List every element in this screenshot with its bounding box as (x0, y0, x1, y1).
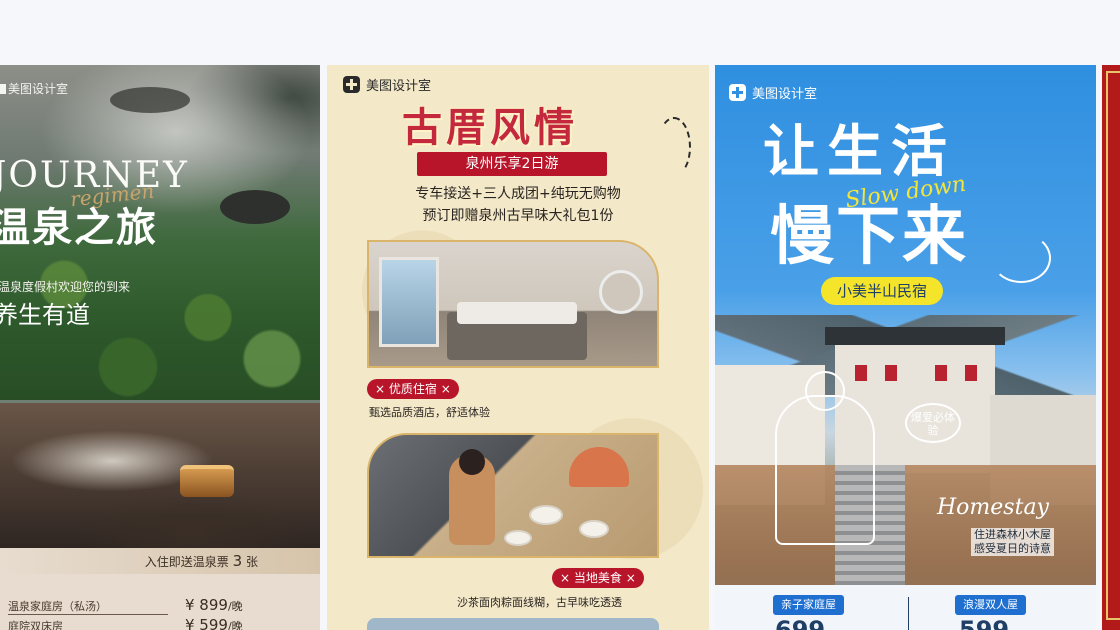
wooden-bucket-icon (180, 465, 234, 497)
tag-local-food: 当地美食 (552, 568, 644, 588)
ticket-count: 3 (232, 552, 243, 570)
divider (908, 597, 909, 630)
card-title: 古厝风情 (402, 104, 578, 151)
room-name: 温泉家庭房（私汤） (8, 600, 107, 613)
room-price: 599 (959, 616, 1010, 630)
room-name: 庭院双床房 (8, 620, 63, 630)
room-price: ¥ 899/晚 (185, 596, 243, 614)
lantern-icon (935, 365, 947, 381)
brand-label: 美图设计室 (0, 80, 68, 97)
brand-text: 美图设计室 (752, 87, 818, 102)
lamp-shape (569, 447, 629, 487)
card-title: 温泉之旅 (0, 204, 158, 251)
template-card-hot-spring[interactable]: 美图设计室 JOURNEY regimen 温泉之旅 温泉度假村欢迎您的到来 养… (0, 65, 320, 630)
person-shape (449, 449, 495, 545)
tour-ribbon: 泉州乐享2日游 (417, 152, 607, 176)
house-roof (825, 327, 1005, 345)
curve-decoration (991, 233, 1051, 283)
ticket-unit: 张 (245, 555, 258, 569)
template-card-partial[interactable] (1102, 65, 1120, 630)
template-gallery: 美图设计室 JOURNEY regimen 温泉之旅 温泉度假村欢迎您的到来 养… (0, 0, 1120, 630)
plate-shape (579, 520, 609, 538)
caption-block: 住进森林小木屋 感受夏日的诗意 (971, 528, 1054, 556)
price-unit: /晚 (227, 620, 243, 630)
homestay-script: Homestay (937, 495, 1049, 520)
feature-line: 专车接送+三人成团+纯玩无购物 (415, 186, 621, 202)
local-food-photo (367, 433, 659, 558)
brand-text: 美图设计室 (366, 79, 432, 94)
lantern-icon (965, 365, 977, 381)
price-value: ¥ 899 (185, 596, 228, 614)
price-unit: /晚 (227, 600, 243, 613)
template-card-quanzhou-tour[interactable]: 美图设计室 古厝风情 泉州乐享2日游 专车接送+三人成团+纯玩无购物 预订即赠泉… (327, 65, 709, 630)
brand-label: 美图设计室 (343, 75, 431, 94)
lantern-icon (855, 365, 867, 381)
homestay-name-pill: 小美半山民宿 (821, 277, 944, 305)
headline-line1: 让生活 (763, 119, 955, 185)
plate-shape (529, 505, 563, 525)
feature-line: 预订即赠泉州古早味大礼包1份 (422, 208, 614, 224)
caption-line: 住进森林小木屋 (974, 528, 1051, 541)
template-card-homestay[interactable]: 美图设计室 让生活 慢下来 Slow down 小美半山民宿 爆爱必体验 Hom… (715, 65, 1096, 630)
room-type-chip: 亲子家庭屋 (773, 595, 844, 615)
window-shape (379, 257, 439, 347)
tag-description: 沙茶面肉粽面线糊，古早味吃透透 (457, 596, 622, 609)
room-type-chip: 浪漫双人屋 (955, 595, 1026, 615)
plate-shape (504, 530, 532, 546)
slogan-text: 养生有道 (0, 301, 90, 329)
mirror-shape (599, 270, 643, 314)
rock-shape (110, 87, 190, 113)
reed-field (715, 465, 1096, 585)
room-price: 699 (775, 616, 826, 630)
divider (8, 614, 168, 615)
ticket-text: 入住即送温泉票 (144, 555, 229, 569)
price-value: ¥ 599 (185, 616, 228, 630)
meitu-logo-icon (343, 76, 360, 93)
meitu-logo-icon (729, 84, 746, 101)
caption-line: 感受夏日的诗意 (974, 542, 1051, 555)
traveler-sketch-icon (775, 371, 875, 545)
steam-rock-photo (0, 403, 320, 548)
bed-shape (447, 302, 587, 360)
brand-label: 美图设计室 (729, 83, 817, 102)
rock-shape (220, 190, 290, 224)
third-photo (367, 618, 659, 630)
hotel-room-photo (367, 240, 659, 368)
speech-bubble: 爆爱必体验 (905, 403, 961, 443)
welcome-text: 温泉度假村欢迎您的到来 (0, 280, 131, 294)
tag-accommodation: 优质住宿 (367, 379, 459, 399)
tag-description: 甄选品质酒店，舒适体验 (369, 406, 490, 419)
room-price: ¥ 599/晚 (185, 616, 243, 630)
lantern-icon (885, 365, 897, 381)
dashed-arrow-icon (657, 117, 691, 177)
ticket-banner: 入住即送温泉票 3 张 (0, 548, 320, 574)
